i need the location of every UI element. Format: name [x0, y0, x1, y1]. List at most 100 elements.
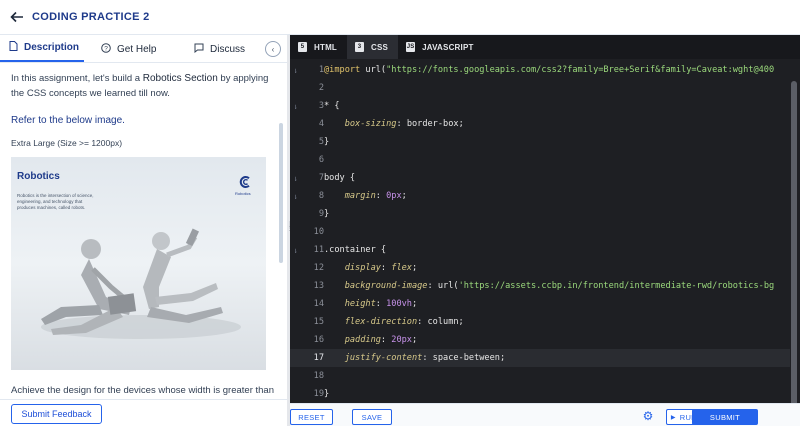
code-text: } [324, 209, 330, 219]
line-number: 9 [318, 209, 324, 219]
tab-css-label: CSS [371, 42, 389, 52]
settings-gear-icon[interactable]: ⚙ [641, 409, 655, 423]
line-number: 8 [318, 191, 324, 201]
top-bar: CODING PRACTICE 2 [0, 0, 800, 35]
code-line[interactable]: 2 [290, 79, 790, 97]
description-scrollbar[interactable] [279, 123, 283, 263]
code-line[interactable]: 17 justify-content: space-between; [290, 349, 790, 367]
tab-description-label: Description [24, 42, 80, 53]
code-line[interactable]: 12 display: flex; [290, 259, 790, 277]
reference-image: Robotics Robotics is the intersection of… [11, 157, 266, 370]
chat-icon [194, 43, 204, 56]
code-line[interactable]: 4 box-sizing: border-box; [290, 115, 790, 133]
robot-figures-illustration [41, 228, 241, 339]
intro-text-start: In this assignment, let's build a [11, 73, 143, 84]
tab-get-help[interactable]: ? Get Help [101, 35, 156, 63]
code-line[interactable]: 15 flex-direction: column; [290, 313, 790, 331]
line-number: 16 [313, 335, 324, 345]
collapse-panel-button[interactable]: ‹ [265, 41, 281, 57]
code-line[interactable]: ⇂ 7 body { [290, 169, 790, 187]
line-number: 3 [318, 101, 324, 111]
size-label: Extra Large (Size >= 1200px) [11, 138, 123, 148]
document-icon [9, 41, 18, 54]
line-number: 2 [318, 83, 324, 93]
code-text: justify-content: space-between; [344, 353, 506, 363]
css3-icon: 3 [355, 42, 365, 52]
code-text: body { [324, 173, 356, 183]
code-text: } [324, 137, 330, 147]
refer-heading: Refer to the below image. [11, 115, 125, 126]
achieve-text: Achieve the design for the devices whose… [11, 385, 274, 396]
play-icon: ▶ [670, 414, 676, 421]
tab-css[interactable]: 3 CSS [347, 35, 399, 59]
submit-button[interactable]: SUBMIT [692, 409, 758, 425]
code-text: flex-direction: column; [344, 317, 464, 327]
line-number: 18 [313, 371, 324, 381]
code-text: box-sizing: border-box; [344, 119, 464, 129]
code-text: .container { [324, 245, 387, 255]
line-number: 7 [318, 173, 324, 183]
help-circle-icon: ? [101, 42, 111, 56]
code-line[interactable]: 13 background-image: url('https://assets… [290, 277, 790, 295]
back-arrow-icon[interactable] [2, 0, 32, 34]
code-line[interactable]: 14 height: 100vh; [290, 295, 790, 313]
line-number: 12 [313, 263, 324, 273]
line-number: 5 [318, 137, 324, 147]
code-text: background-image: url('https://assets.cc… [344, 281, 775, 291]
javascript-icon: JS [406, 42, 416, 52]
left-tabs: Description ? Get Help Discuss ‹ [0, 35, 287, 63]
code-line[interactable]: ⇂ 1 @import url("https://fonts.googleapis.… [290, 61, 790, 79]
tab-discuss-label: Discuss [210, 43, 246, 55]
line-number: 14 [313, 299, 324, 309]
code-line[interactable]: 6 [290, 151, 790, 169]
intro-highlight: Robotics Section [142, 73, 218, 84]
chevron-left-icon: ‹ [271, 44, 275, 54]
code-line[interactable]: 5} [290, 133, 790, 151]
intro-paragraph: In this assignment, let's build a Roboti… [11, 71, 271, 101]
line-number: 10 [313, 227, 324, 237]
save-button[interactable]: SAVE [352, 409, 392, 425]
code-text: * { [324, 101, 340, 111]
code-line[interactable]: 10 [290, 223, 790, 241]
code-text: padding: 20px; [344, 335, 418, 345]
tab-description[interactable]: Description [0, 35, 84, 62]
description-panel: Description ? Get Help Discuss ‹ In this… [0, 35, 287, 426]
line-number: 1 [318, 65, 324, 75]
html5-icon: 5 [298, 42, 307, 52]
code-area[interactable]: ⇂ 1 @import url("https://fonts.googleapis.… [290, 59, 800, 403]
left-footer: Submit Feedback [0, 399, 287, 426]
svg-text:?: ? [104, 45, 108, 52]
tab-javascript-label: JAVASCRIPT [422, 42, 474, 52]
tab-javascript[interactable]: JS JAVASCRIPT [398, 35, 484, 59]
editor-scrollbar[interactable] [791, 81, 797, 411]
code-text: } [324, 389, 330, 399]
code-text: margin: 0px; [344, 191, 407, 201]
editor-footer: RESET SAVE ⚙ ▶ RUN CODE SUBMIT [290, 403, 800, 426]
code-line[interactable]: ⇂ 8 margin: 0px; [290, 187, 790, 205]
tab-html-label: HTML [314, 42, 338, 52]
line-number: 19 [313, 389, 324, 399]
code-line[interactable]: ⇂ 11 .container { [290, 241, 790, 259]
code-line[interactable]: ⇂ 3 * { [290, 97, 790, 115]
code-text: height: 100vh; [344, 299, 418, 309]
line-number: 11 [313, 245, 324, 255]
code-line[interactable]: 16 padding: 20px; [290, 331, 790, 349]
code-text: display: flex; [344, 263, 418, 273]
editor-tabs: 5 HTML 3 CSS JS JAVASCRIPT [290, 35, 800, 59]
line-number: 4 [318, 119, 324, 129]
code-line[interactable]: 19} [290, 385, 790, 403]
code-line[interactable]: 9} [290, 205, 790, 223]
line-number: 15 [313, 317, 324, 327]
tab-discuss[interactable]: Discuss [194, 35, 245, 63]
code-text: @import url("https://fonts.googleapis.co… [324, 65, 775, 75]
tab-html[interactable]: 5 HTML [290, 35, 347, 59]
line-number: 6 [318, 155, 324, 165]
code-editor[interactable]: 5 HTML 3 CSS JS JAVASCRIPT ⇂ 1 @import url… [290, 35, 800, 411]
line-number: 13 [313, 281, 324, 291]
submit-feedback-button[interactable]: Submit Feedback [11, 404, 102, 424]
reset-button[interactable]: RESET [290, 409, 333, 425]
code-line[interactable]: 18 [290, 367, 790, 385]
line-number: 17 [313, 353, 324, 363]
page-title: CODING PRACTICE 2 [32, 11, 150, 23]
tab-get-help-label: Get Help [117, 43, 157, 55]
